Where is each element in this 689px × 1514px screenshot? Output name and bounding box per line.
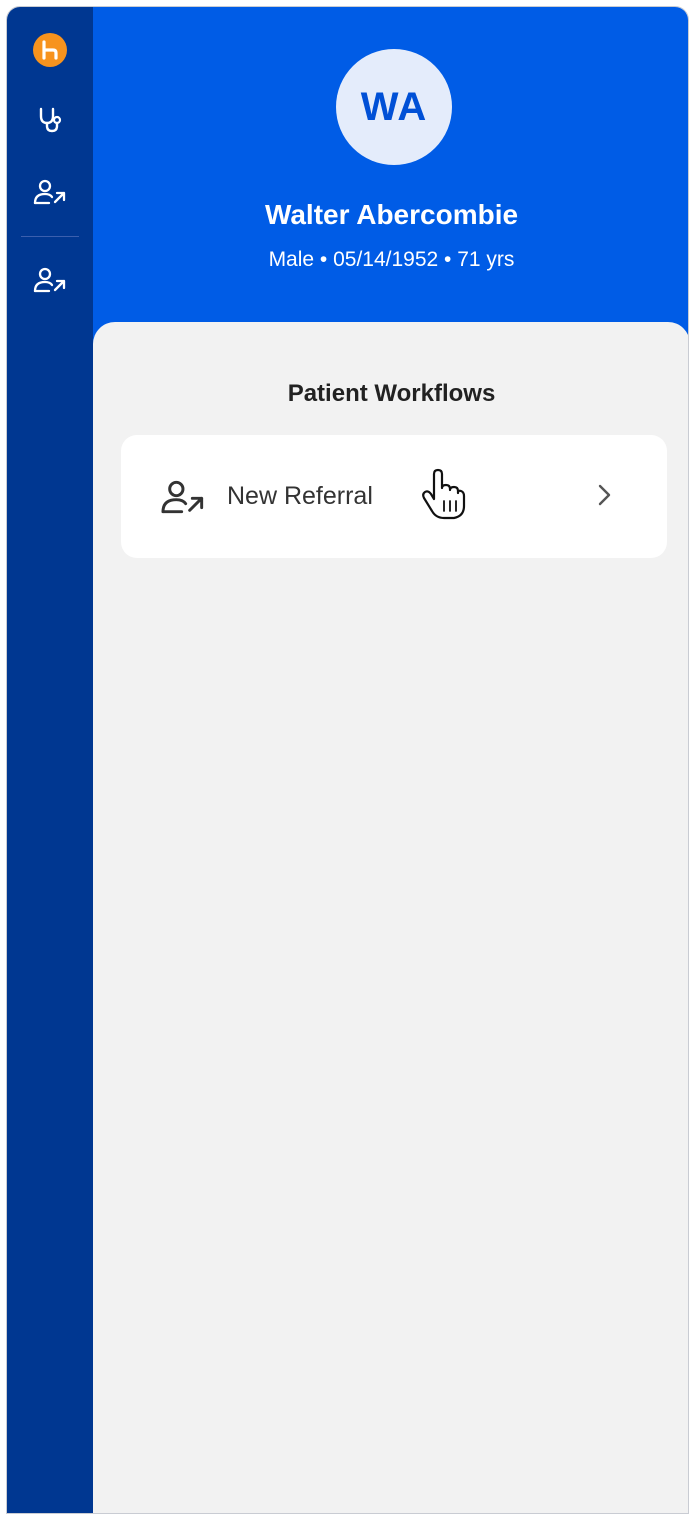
chevron-right-icon bbox=[589, 480, 619, 510]
avatar: WA bbox=[336, 49, 452, 165]
patient-demographics: Male • 05/14/1952 • 71 yrs bbox=[268, 248, 515, 271]
workflow-label: New Referral bbox=[227, 482, 373, 510]
sidebar-divider bbox=[21, 236, 79, 237]
user-referral-icon bbox=[159, 473, 207, 521]
panel-title: Patient Workflows bbox=[287, 380, 496, 407]
patient-header: WA Walter Abercombie Male • 05/14/1952 •… bbox=[93, 7, 688, 347]
new-referral-button[interactable]: New Referral bbox=[121, 435, 667, 558]
sidebar-item-clinical[interactable] bbox=[25, 97, 75, 147]
user-referral-icon bbox=[33, 177, 67, 212]
home-logo-button[interactable] bbox=[25, 25, 75, 75]
sidebar-item-referral-secondary[interactable] bbox=[25, 257, 75, 307]
logo-icon bbox=[33, 33, 67, 67]
sidebar-item-referral[interactable] bbox=[25, 169, 75, 219]
workflows-panel: Patient Workflows New Referral bbox=[93, 322, 688, 1513]
stethoscope-icon bbox=[35, 105, 65, 140]
user-referral-icon bbox=[33, 265, 67, 300]
sidebar bbox=[7, 7, 93, 1513]
patient-name: Walter Abercombie bbox=[264, 199, 519, 230]
app-window: WA Walter Abercombie Male • 05/14/1952 •… bbox=[6, 6, 689, 1514]
